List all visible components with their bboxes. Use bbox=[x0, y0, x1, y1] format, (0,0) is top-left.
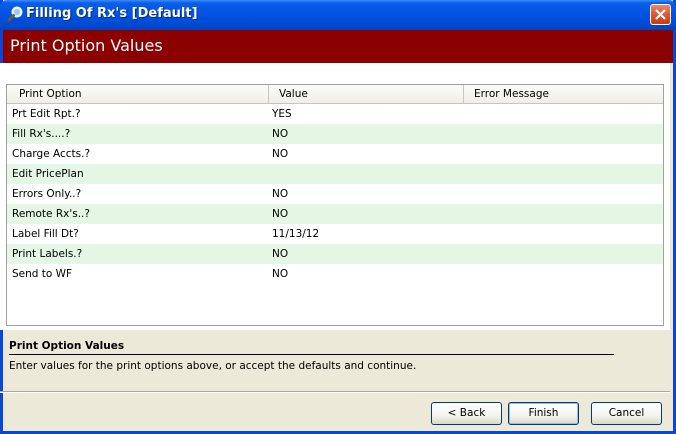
table-row[interactable]: Remote Rx's..? NO bbox=[7, 204, 663, 224]
table-row[interactable]: Print Labels.? NO bbox=[7, 244, 663, 264]
close-icon bbox=[655, 9, 666, 20]
table-row[interactable]: Label Fill Dt? 11/13/12 bbox=[7, 224, 663, 244]
table-row[interactable]: Fill Rx's....? NO bbox=[7, 124, 663, 144]
back-button[interactable]: < Back bbox=[431, 402, 502, 425]
value-cell[interactable]: NO bbox=[272, 124, 288, 144]
option-cell: Charge Accts.? bbox=[12, 148, 91, 160]
option-cell: Edit PricePlan bbox=[12, 168, 84, 180]
table-row[interactable]: Errors Only..? NO bbox=[7, 184, 663, 204]
table-row[interactable]: Send to WF NO bbox=[7, 264, 663, 284]
option-cell: Prt Edit Rpt.? bbox=[12, 108, 81, 120]
value-cell[interactable]: 11/13/12 bbox=[272, 224, 319, 244]
table-row[interactable]: Prt Edit Rpt.? YES bbox=[7, 104, 663, 124]
button-bar-separator bbox=[0, 391, 670, 393]
print-options-grid: Print Option Value Error Message Prt Edi… bbox=[6, 84, 664, 326]
description-title: Print Option Values bbox=[9, 340, 125, 352]
value-cell[interactable]: NO bbox=[272, 144, 288, 164]
option-cell: Send to WF bbox=[12, 268, 73, 280]
column-header-print-option[interactable]: Print Option bbox=[7, 85, 269, 103]
page-banner: Print Option Values bbox=[3, 30, 673, 63]
page-title: Print Option Values bbox=[10, 36, 163, 55]
window-title: Filling Of Rx's [Default] bbox=[26, 6, 198, 21]
value-cell[interactable]: NO bbox=[272, 204, 288, 224]
table-row[interactable]: Edit PricePlan bbox=[7, 164, 663, 184]
option-cell: Label Fill Dt? bbox=[12, 228, 79, 240]
search-icon bbox=[6, 5, 24, 23]
value-cell[interactable]: NO bbox=[272, 264, 288, 284]
value-cell[interactable]: NO bbox=[272, 184, 288, 204]
cancel-button[interactable]: Cancel bbox=[591, 402, 662, 425]
value-cell[interactable]: YES bbox=[272, 104, 292, 124]
grid-header: Print Option Value Error Message bbox=[7, 85, 663, 104]
column-header-error-message[interactable]: Error Message bbox=[464, 85, 663, 103]
column-header-value[interactable]: Value bbox=[269, 85, 464, 103]
option-cell: Fill Rx's....? bbox=[12, 128, 71, 140]
description-divider bbox=[9, 354, 614, 355]
finish-button[interactable]: Finish bbox=[508, 402, 579, 425]
table-row[interactable]: Charge Accts.? NO bbox=[7, 144, 663, 164]
option-cell: Print Labels.? bbox=[12, 248, 83, 260]
value-cell[interactable]: NO bbox=[272, 244, 288, 264]
grid-body: Prt Edit Rpt.? YES Fill Rx's....? NO Cha… bbox=[7, 104, 663, 284]
description-text: Enter values for the print options above… bbox=[9, 360, 417, 372]
close-button[interactable] bbox=[650, 4, 671, 25]
option-cell: Remote Rx's..? bbox=[12, 208, 90, 220]
title-bar[interactable]: Filling Of Rx's [Default] bbox=[0, 0, 676, 30]
option-cell: Errors Only..? bbox=[12, 188, 82, 200]
